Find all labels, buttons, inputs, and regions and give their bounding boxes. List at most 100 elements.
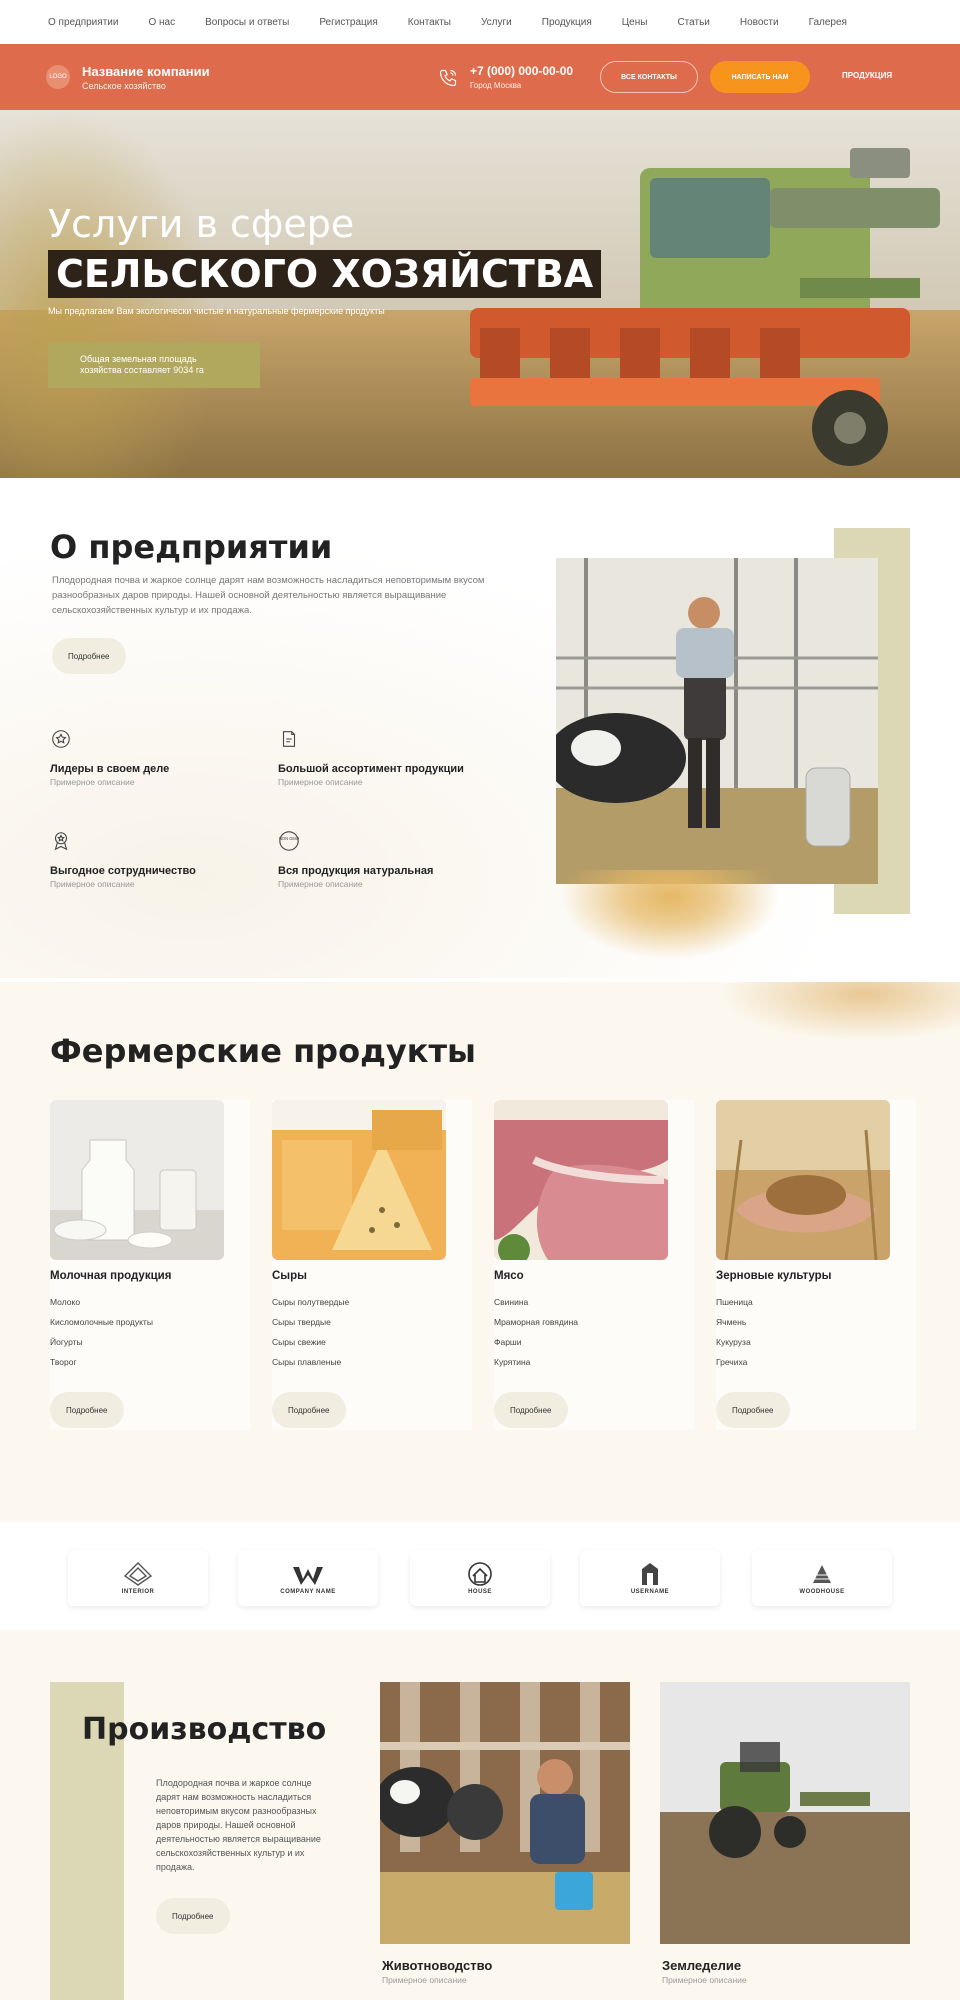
product-title: Сыры: [272, 1270, 307, 1282]
product-list-item[interactable]: Сыры свежие: [272, 1332, 349, 1352]
product-list-item[interactable]: Мраморная говядина: [494, 1312, 578, 1332]
grain-pile: [560, 870, 780, 960]
interior-logo-icon: [123, 1562, 153, 1586]
w-logo-icon: [293, 1567, 323, 1585]
partner-logo-house[interactable]: HOUSE: [410, 1550, 550, 1606]
product-more-button[interactable]: Подробнее: [272, 1392, 346, 1428]
production-title: Производство: [82, 1712, 327, 1747]
feature-desc: Примерное описание: [278, 879, 363, 889]
product-list: Молоко Кисломолочные продукты Йогурты Тв…: [50, 1292, 153, 1372]
company-name: Название компании: [82, 64, 210, 79]
feature-desc: Примерное описание: [50, 777, 135, 787]
nav-link-about-us[interactable]: О нас: [148, 17, 175, 28]
nav-link-news[interactable]: Новости: [740, 17, 779, 28]
partner-name: INTERIOR: [121, 1589, 155, 1595]
feature-title: Лидеры в своем деле: [50, 763, 170, 775]
product-card-grain[interactable]: Зерновые культуры Пшеница Ячмень Кукуруз…: [716, 1100, 916, 1430]
product-list-item[interactable]: Ячмень: [716, 1312, 753, 1332]
feature-assortment: Большой ассортимент продукции Примерное …: [278, 728, 498, 787]
feature-title: Вся продукция натуральная: [278, 865, 434, 877]
nav-link-services[interactable]: Услуги: [481, 17, 512, 28]
meat-illustration: [494, 1100, 668, 1260]
products-title: Фермерские продукты: [50, 1032, 476, 1070]
livestock-illustration: [380, 1682, 630, 1944]
nav-link-gallery[interactable]: Галерея: [809, 17, 847, 28]
write-us-button[interactable]: Написать нам: [710, 61, 810, 93]
product-list-item[interactable]: Сыры плавленые: [272, 1352, 349, 1372]
product-list-item[interactable]: Пшеница: [716, 1292, 753, 1312]
house-logo-icon: [468, 1562, 492, 1586]
about-more-button[interactable]: Подробнее: [52, 638, 126, 674]
a-logo-icon: [642, 1563, 658, 1585]
product-list: Пшеница Ячмень Кукуруза Гречиха: [716, 1292, 753, 1372]
product-more-button[interactable]: Подробнее: [494, 1392, 568, 1428]
company-subtitle: Сельское хозяйство: [82, 81, 166, 91]
farming-photo[interactable]: [660, 1682, 910, 1944]
partner-logo-woodhouse[interactable]: WOODHOUSE: [752, 1550, 892, 1606]
product-card-dairy[interactable]: Молочная продукция Молоко Кисломолочные …: [50, 1100, 250, 1430]
nav-link-contacts[interactable]: Контакты: [408, 17, 451, 28]
product-list-item[interactable]: Свинина: [494, 1292, 578, 1312]
production-text: Плодородная почва и жаркое солнце дарят …: [156, 1778, 321, 1872]
box-icon: [282, 731, 296, 747]
livestock-desc: Примерное описание: [382, 1975, 467, 1985]
product-title: Мясо: [494, 1270, 524, 1282]
product-list-item[interactable]: Творог: [50, 1352, 153, 1372]
partner-name: COMPANY NAME: [280, 1589, 336, 1595]
city-label: Город Москва: [470, 81, 522, 90]
partner-name: WOODHOUSE: [799, 1589, 845, 1595]
feature-title: Большой ассортимент продукции: [278, 763, 464, 775]
product-list-item[interactable]: Йогурты: [50, 1332, 153, 1352]
company-logo[interactable]: LOGO: [46, 65, 70, 89]
feature-desc: Примерное описание: [50, 879, 135, 889]
livestock-title: Животноводство: [382, 1958, 493, 1973]
partner-logo-company[interactable]: COMPANY NAME: [238, 1550, 378, 1606]
farming-illustration: [660, 1682, 910, 1944]
feature-title: Выгодное сотрудничество: [50, 865, 196, 877]
product-list-item[interactable]: Молоко: [50, 1292, 153, 1312]
meat-image: [494, 1100, 668, 1260]
farmer-with-cows-photo: [556, 558, 878, 884]
product-list-item[interactable]: Фарши: [494, 1332, 578, 1352]
nav-link-registration[interactable]: Регистрация: [319, 17, 377, 28]
product-more-button[interactable]: Подробнее: [716, 1392, 790, 1428]
product-title: Зерновые культуры: [716, 1270, 832, 1282]
cheese-illustration: [272, 1100, 446, 1260]
hero-subtitle: Мы предлагаем Вам экологически чистые и …: [48, 306, 385, 316]
combine-harvester-image: [470, 148, 940, 466]
cheese-image: [272, 1100, 446, 1260]
grain-illustration: [716, 1100, 890, 1260]
product-more-button[interactable]: Подробнее: [50, 1392, 124, 1428]
nav-link-prices[interactable]: Цены: [622, 17, 648, 28]
product-list-item[interactable]: Кисломолочные продукты: [50, 1312, 153, 1332]
nav-link-articles[interactable]: Статьи: [677, 17, 709, 28]
phone-number[interactable]: +7 (000) 000-00-00: [470, 64, 573, 78]
product-card-meat[interactable]: Мясо Свинина Мраморная говядина Фарши Ку…: [494, 1100, 694, 1430]
phone-icon: [439, 69, 457, 87]
product-title: Молочная продукция: [50, 1270, 172, 1282]
nav-link-faq[interactable]: Вопросы и ответы: [205, 17, 289, 28]
nav-link-products[interactable]: Продукция: [542, 17, 592, 28]
livestock-photo[interactable]: [380, 1682, 630, 1944]
dairy-illustration: [50, 1100, 224, 1260]
product-list-item[interactable]: Сыры твердые: [272, 1312, 349, 1332]
grain-decoration: [720, 982, 960, 1042]
dairy-image: [50, 1100, 224, 1260]
product-list-item[interactable]: Кукуруза: [716, 1332, 753, 1352]
partner-logo-interior[interactable]: INTERIOR: [68, 1550, 208, 1606]
nav-link-about-enterprise[interactable]: О предприятии: [48, 17, 118, 28]
feature-cooperation: Выгодное сотрудничество Примерное описан…: [50, 830, 270, 889]
product-list-item[interactable]: Гречиха: [716, 1352, 753, 1372]
product-list-item[interactable]: Курятина: [494, 1352, 578, 1372]
land-area-line2: хозяйства составляет 9034 га: [80, 365, 204, 375]
product-card-cheese[interactable]: Сыры Сыры полутвердые Сыры твердые Сыры …: [272, 1100, 472, 1430]
partner-logo-username[interactable]: USERNAME: [580, 1550, 720, 1606]
product-list-item[interactable]: Сыры полутвердые: [272, 1292, 349, 1312]
production-more-button[interactable]: Подробнее: [156, 1898, 230, 1934]
partner-name: USERNAME: [630, 1589, 670, 1595]
all-contacts-button[interactable]: Все контакты: [600, 61, 698, 93]
farming-title: Земледелие: [662, 1958, 742, 1973]
header-products-link[interactable]: Продукция: [842, 71, 892, 80]
header-bar: LOGO Название компании Сельское хозяйств…: [0, 44, 960, 110]
farming-desc: Примерное описание: [662, 1975, 747, 1985]
